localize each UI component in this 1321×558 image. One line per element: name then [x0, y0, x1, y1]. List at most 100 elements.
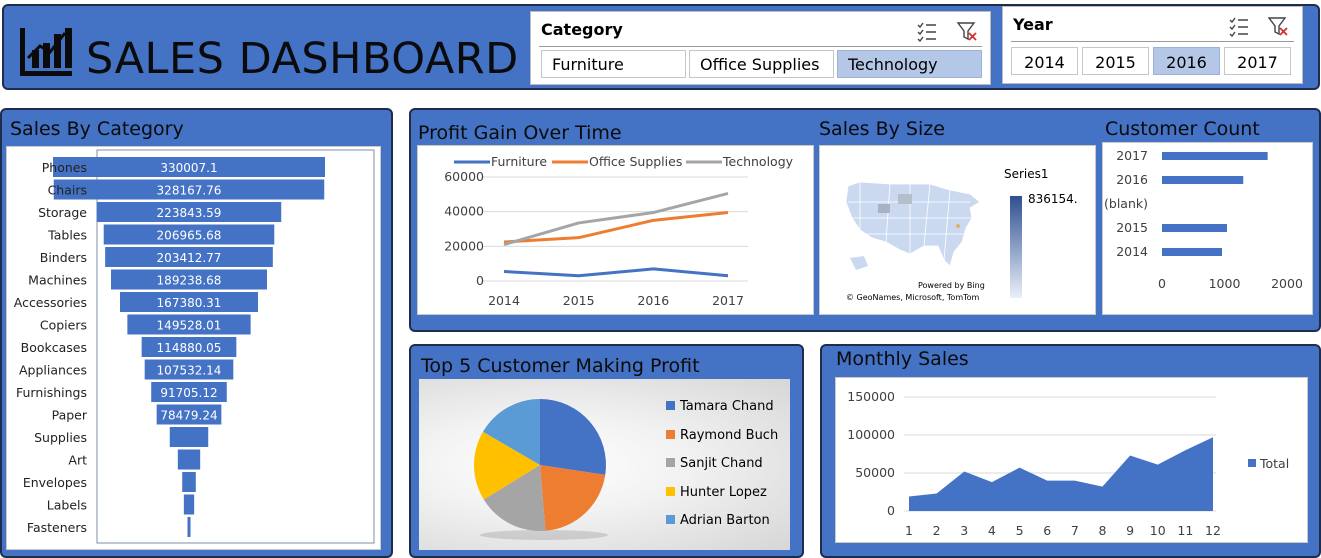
year-option-2017[interactable]: 2017: [1224, 47, 1291, 75]
line-legend-label: Technology: [722, 154, 794, 169]
pie-slice: [540, 399, 606, 475]
map-attribution-geonames: © GeoNames, Microsoft, TomTom: [846, 293, 980, 302]
customer-x-tick: 2000: [1271, 276, 1303, 291]
line-series: [503, 267, 729, 278]
funnel-category-label: Bookcases: [21, 340, 87, 355]
customer-x-tick: 1000: [1209, 276, 1241, 291]
bar-chart-icon: [20, 28, 72, 76]
pie-legend-item: Sanjit Chand: [666, 456, 786, 471]
area-x-tick: 1: [905, 523, 913, 538]
pie-slice: [540, 465, 606, 531]
category-option-furniture[interactable]: Furniture: [541, 50, 686, 78]
funnel-value-label: 223843.59: [157, 206, 222, 220]
slicer-divider: [539, 46, 982, 47]
funnel-bar: [177, 449, 201, 470]
funnel-category-label: Binders: [40, 250, 87, 265]
monthly-sales-chart: 0500001000001500001 2 3 4 5 6 7 8 9 10 11 12Total: [847, 389, 1289, 538]
funnel-value-label: 206965.68: [157, 229, 222, 243]
funnel-category-label: Art: [68, 453, 87, 468]
pie-legend-swatch: [666, 401, 675, 410]
top-customers-title: Top 5 Customer Making Profit: [421, 355, 700, 377]
profit-gain-title: Profit Gain Over Time: [418, 122, 622, 144]
clear-filter-icon[interactable]: [1267, 15, 1289, 37]
profit-gain-chart: 0 20000 40000 60000 2014 2015 2016 2017 Furnitur…: [444, 154, 794, 308]
customer-category-label: 2016: [1116, 172, 1148, 187]
line-y-tick: 60000: [444, 169, 484, 184]
line-legend-label: Office Supplies: [589, 154, 682, 169]
pie-legend-item: Hunter Lopez: [666, 485, 786, 500]
customer-category-label: 2017: [1116, 148, 1148, 163]
funnel-category-label: Tables: [47, 228, 87, 243]
area-x-tick: 7: [1071, 523, 1079, 538]
area-y-tick: 100000: [847, 427, 895, 442]
pie-legend-label: Adrian Barton: [680, 513, 770, 529]
customer-bar: [1162, 248, 1222, 256]
funnel-value-label: 189238.68: [157, 274, 222, 288]
map-max-label: 836154.: [1028, 192, 1078, 206]
multi-select-icon[interactable]: [1228, 15, 1250, 37]
funnel-category-label: Storage: [38, 205, 87, 220]
area-x-tick: 3: [960, 523, 968, 538]
pie-legend-swatch: [666, 429, 675, 439]
line-x-tick: 2015: [563, 293, 595, 308]
map-attribution-bing: Powered by Bing: [918, 281, 985, 290]
area-x-tick: 9: [1126, 523, 1134, 538]
pie-legend-label: Tamara Chand: [680, 399, 774, 414]
funnel-category-label: Supplies: [34, 430, 87, 445]
funnel-category-label: Paper: [52, 408, 88, 423]
area-series: [909, 437, 1213, 511]
funnel-bar: [187, 517, 191, 537]
clear-filter-icon[interactable]: [956, 20, 978, 42]
top-customers-pie: [474, 399, 608, 540]
funnel-bar: [183, 494, 195, 515]
area-x-tick: 11: [1177, 523, 1193, 538]
us-map: [845, 181, 981, 270]
pie-legend-label: Hunter Lopez: [680, 484, 767, 500]
area-legend-label: Total: [1259, 456, 1289, 471]
area-legend-swatch: [1248, 459, 1256, 467]
line-x-tick: 2016: [637, 293, 669, 308]
customer-bar: [1162, 176, 1244, 184]
area-x-tick: 10: [1150, 523, 1166, 538]
line-y-tick: 20000: [444, 238, 484, 253]
funnel-category-label: Machines: [28, 273, 87, 288]
line-x-tick: 2017: [712, 293, 744, 308]
area-y-tick: 0: [887, 503, 895, 518]
funnel-category-label: Appliances: [19, 363, 87, 378]
funnel-bar: [182, 472, 196, 492]
funnel-category-label: Chairs: [48, 183, 87, 198]
funnel-value-label: 114880.05: [157, 341, 222, 355]
monthly-sales-title: Monthly Sales: [836, 348, 969, 370]
sales-by-size-title: Sales By Size: [819, 118, 945, 140]
page-title: SALES DASHBOARD: [86, 34, 519, 84]
year-option-2016[interactable]: 2016: [1153, 47, 1220, 75]
multi-select-icon[interactable]: [916, 20, 938, 42]
year-option-2014[interactable]: 2014: [1011, 47, 1078, 75]
category-option-technology[interactable]: Technology: [837, 50, 982, 78]
line-y-tick: 0: [476, 273, 484, 288]
funnel-category-label: Phones: [42, 160, 87, 175]
year-option-2015[interactable]: 2015: [1082, 47, 1149, 75]
area-y-tick: 50000: [855, 465, 895, 480]
map-series-name: Series1: [1004, 167, 1049, 181]
monthly-sales-chart-area: 0 50000 100000 150000 1 2 3 4 5 6 7 8 9 10 11 12 Total: [835, 377, 1308, 543]
customer-count-chart-area: 2017 2016 (blank) 2015 2014 0 1000 2000: [1102, 142, 1313, 315]
area-x-tick: 6: [1043, 523, 1051, 538]
funnel-value-label: 78479.24: [160, 409, 217, 423]
year-slicer: Year 2014 2015 2016 2017: [1002, 6, 1303, 84]
pie-shadow: [480, 530, 608, 540]
pie-legend-swatch: [666, 486, 675, 496]
profit-gain-chart-area: 0 20000 40000 60000 2014 2015 2016 2017 Furnitur…: [417, 145, 814, 315]
funnel-value-label: 330007.1: [160, 161, 217, 175]
pie-legend-swatch: [666, 458, 675, 468]
customer-x-tick: 0: [1158, 276, 1166, 291]
pie-legend-label: Raymond Buch: [680, 427, 779, 443]
line-y-tick: 40000: [444, 204, 484, 219]
category-option-office-supplies[interactable]: Office Supplies: [689, 50, 834, 78]
funnel-category-label: Copiers: [40, 318, 87, 333]
area-x-tick: 4: [988, 523, 996, 538]
funnel-category-label: Envelopes: [23, 475, 87, 490]
area-x-tick: 5: [1016, 523, 1024, 538]
customer-category-label: 2015: [1116, 220, 1148, 235]
funnel-bar: [169, 427, 209, 447]
